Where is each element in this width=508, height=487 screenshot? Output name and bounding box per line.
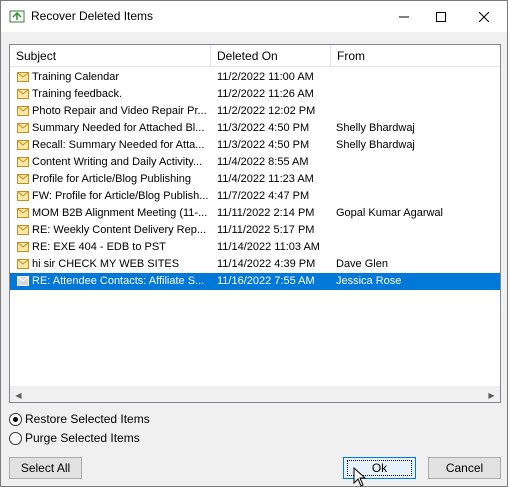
row-from: Gopal Kumar Agarwal — [336, 207, 443, 219]
row-deleted-on: 11/16/2022 7:55 AM — [217, 275, 315, 287]
row-from — [336, 188, 496, 205]
row-subject: Photo Repair and Video Repair Pr... — [32, 105, 207, 117]
envelope-icon — [15, 171, 31, 188]
list-item[interactable]: FW: Profile for Article/Blog Publish... 1… — [10, 188, 500, 205]
row-subject: MOM B2B Alignment Meeting (11-... — [32, 207, 208, 219]
envelope-icon — [15, 273, 31, 290]
row-deleted-on: 11/2/2022 11:00 AM — [217, 71, 314, 83]
list-item[interactable]: Content Writing and Daily Activity... 11/… — [10, 154, 500, 171]
row-subject: Training feedback. — [32, 88, 123, 100]
row-from — [336, 86, 496, 103]
row-from: Shelly Bhardwaj — [336, 122, 415, 134]
list-item[interactable]: RE: Attendee Contacts: Affiliate S... 11/… — [10, 273, 500, 290]
list-item[interactable]: Photo Repair and Video Repair Pr... 11/2/… — [10, 103, 500, 120]
row-deleted-on: 11/2/2022 11:26 AM — [217, 88, 314, 100]
list-item[interactable]: MOM B2B Alignment Meeting (11-... 11/11/2… — [10, 205, 500, 222]
restore-label: Restore Selected Items — [25, 412, 150, 426]
column-header-subject[interactable]: Subject — [10, 45, 211, 67]
horizontal-scrollbar[interactable]: ◀ ▶ — [10, 386, 500, 402]
envelope-icon — [15, 137, 31, 154]
row-subject: Recall: Summary Needed for Atta... — [32, 139, 205, 151]
column-header-row: Subject Deleted On From — [10, 45, 500, 67]
minimize-button[interactable] — [385, 1, 422, 32]
maximize-button[interactable] — [422, 1, 459, 32]
window-title: Recover Deleted Items — [31, 9, 154, 23]
row-deleted-on: 11/14/2022 4:39 PM — [217, 258, 316, 270]
deleted-items-list[interactable]: Subject Deleted On From Training Calenda… — [9, 44, 501, 403]
scroll-right-arrow-icon[interactable]: ▶ — [483, 387, 500, 402]
row-from: Dave Glen — [336, 258, 388, 270]
row-deleted-on: 11/4/2022 8:55 AM — [217, 156, 309, 168]
list-item[interactable]: RE: EXE 404 - EDB to PST 11/14/2022 11:03… — [10, 239, 500, 256]
envelope-icon — [15, 103, 31, 120]
list-item[interactable]: RE: Weekly Content Delivery Rep... 11/11/… — [10, 222, 500, 239]
row-from — [336, 222, 496, 239]
list-item[interactable]: Profile for Article/Blog Publishing 11/4/… — [10, 171, 500, 188]
row-from — [336, 239, 496, 256]
row-subject: Training Calendar — [32, 71, 120, 83]
column-header-deleted-on[interactable]: Deleted On — [211, 45, 331, 67]
list-item[interactable]: Recall: Summary Needed for Atta... 11/3/2… — [10, 137, 500, 154]
recover-deleted-items-dialog: Recover Deleted Items Subject Deleted On… — [0, 0, 508, 487]
envelope-icon — [15, 205, 31, 222]
row-from — [336, 154, 496, 171]
row-subject: FW: Profile for Article/Blog Publish... — [32, 190, 209, 202]
restore-option[interactable]: Restore Selected Items — [9, 411, 150, 427]
row-from: Shelly Bhardwaj — [336, 139, 415, 151]
row-deleted-on: 11/7/2022 4:47 PM — [217, 190, 310, 202]
purge-radio[interactable] — [9, 431, 22, 445]
row-deleted-on: 11/3/2022 4:50 PM — [217, 139, 310, 151]
row-from: Jessica Rose — [336, 275, 402, 287]
row-deleted-on: 11/11/2022 2:14 PM — [217, 207, 315, 219]
minimize-icon — [398, 16, 409, 17]
envelope-icon — [15, 120, 31, 137]
row-deleted-on: 11/3/2022 4:50 PM — [217, 122, 310, 134]
envelope-icon — [15, 86, 31, 103]
close-button[interactable] — [465, 1, 502, 32]
row-from — [336, 103, 496, 120]
envelope-icon — [15, 154, 31, 171]
row-subject: Content Writing and Daily Activity... — [32, 156, 203, 168]
title-bar: Recover Deleted Items — [1, 1, 507, 32]
row-from — [336, 69, 496, 86]
close-icon — [478, 11, 489, 22]
cancel-button[interactable]: Cancel — [428, 457, 501, 479]
list-item[interactable]: hi sir CHECK MY WEB SITES 11/14/2022 4:39… — [10, 256, 500, 273]
envelope-icon — [15, 239, 31, 256]
envelope-icon — [15, 188, 31, 205]
column-header-from[interactable]: From — [331, 45, 500, 67]
row-subject: hi sir CHECK MY WEB SITES — [32, 258, 180, 270]
restore-radio[interactable] — [9, 412, 22, 426]
row-deleted-on: 11/14/2022 11:03 AM — [217, 241, 320, 253]
envelope-icon — [15, 256, 31, 273]
purge-label: Purge Selected Items — [25, 431, 140, 445]
row-from — [336, 171, 496, 188]
purge-option[interactable]: Purge Selected Items — [9, 430, 140, 446]
row-deleted-on: 11/2/2022 12:02 PM — [217, 105, 316, 117]
envelope-icon — [15, 222, 31, 239]
row-subject: RE: Attendee Contacts: Affiliate S... — [32, 275, 205, 287]
list-item[interactable]: Training feedback. 11/2/2022 11:26 AM — [10, 86, 500, 103]
mouse-pointer-icon — [353, 467, 367, 487]
recycle-folder-icon — [9, 10, 25, 23]
envelope-icon — [15, 69, 31, 86]
row-subject: RE: Weekly Content Delivery Rep... — [32, 224, 207, 236]
maximize-icon — [435, 11, 446, 22]
select-all-button[interactable]: Select All — [9, 457, 82, 479]
scroll-left-arrow-icon[interactable]: ◀ — [10, 387, 27, 402]
row-deleted-on: 11/11/2022 5:17 PM — [217, 224, 315, 236]
list-item[interactable]: Training Calendar 11/2/2022 11:00 AM — [10, 69, 500, 86]
row-subject: Profile for Article/Blog Publishing — [32, 173, 191, 185]
row-deleted-on: 11/4/2022 11:23 AM — [217, 173, 314, 185]
list-item[interactable]: Summary Needed for Attached Bl... 11/3/20… — [10, 120, 500, 137]
row-subject: RE: EXE 404 - EDB to PST — [32, 241, 166, 253]
row-subject: Summary Needed for Attached Bl... — [32, 122, 205, 134]
